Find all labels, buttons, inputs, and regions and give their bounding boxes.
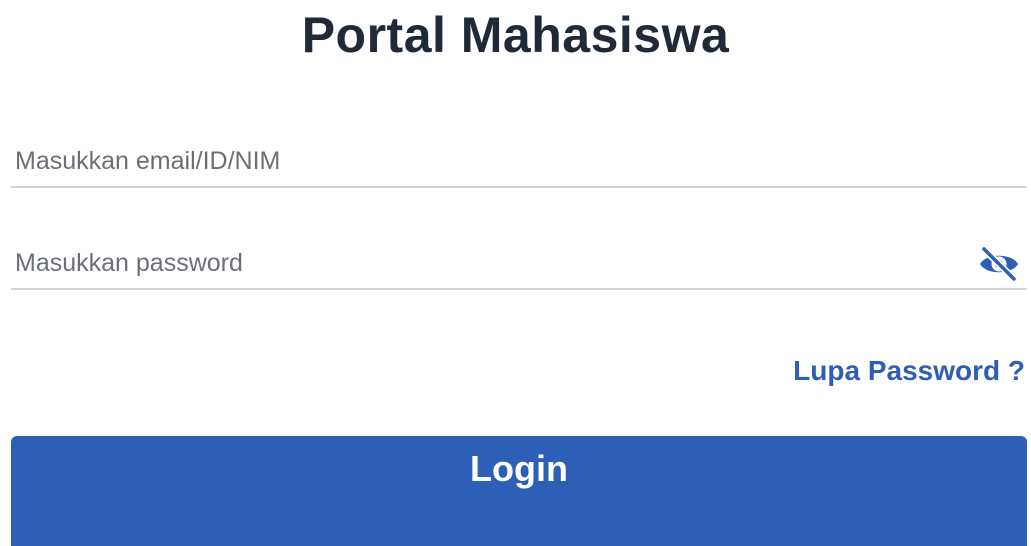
- email-input[interactable]: [11, 136, 1027, 186]
- eye-off-icon: [980, 247, 1018, 281]
- login-button[interactable]: Login: [11, 436, 1027, 546]
- password-input[interactable]: [11, 238, 1027, 288]
- forgot-password-link[interactable]: Lupa Password ?: [793, 355, 1025, 387]
- page-title: Portal Mahasiswa: [301, 7, 730, 63]
- email-field-container: [11, 136, 1027, 188]
- login-page: Portal Mahasiswa Lupa Password ? Login: [0, 0, 1031, 546]
- password-field-container: [11, 238, 1027, 290]
- password-visibility-toggle[interactable]: [977, 244, 1021, 284]
